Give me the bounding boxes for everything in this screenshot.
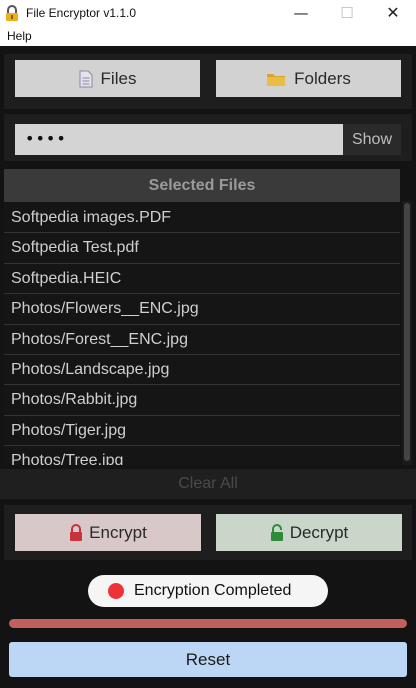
close-button[interactable]: ✕	[370, 0, 416, 28]
show-password-button[interactable]: Show	[343, 124, 401, 155]
list-item[interactable]: Photos/Flowers__ENC.jpg	[4, 294, 400, 325]
lock-closed-icon	[70, 523, 83, 541]
folders-button-label: Folders	[294, 68, 351, 88]
password-input[interactable]: ••••	[15, 124, 343, 155]
maximize-button[interactable]: ☐	[324, 0, 370, 28]
minimize-button[interactable]: —	[278, 0, 324, 28]
folder-icon	[267, 73, 286, 86]
list-item[interactable]: Softpedia Test.pdf	[4, 233, 400, 264]
progress-bar	[9, 619, 407, 628]
file-list-scrollbar[interactable]	[402, 201, 412, 465]
decrypt-button[interactable]: Decrypt	[216, 514, 402, 551]
files-button[interactable]: Files	[15, 60, 200, 97]
list-item[interactable]: Photos/Forest__ENC.jpg	[4, 324, 400, 355]
selected-files-header: Selected Files	[4, 169, 400, 202]
list-item[interactable]: Softpedia.HEIC	[4, 263, 400, 295]
encrypt-button[interactable]: Encrypt	[15, 514, 201, 551]
lock-open-icon	[270, 523, 283, 541]
reset-button[interactable]: Reset	[9, 642, 407, 677]
status-text: Encryption Completed	[134, 582, 292, 599]
folders-button[interactable]: Folders	[216, 60, 401, 97]
window-title: File Encryptor v1.1.0	[26, 6, 137, 20]
selected-files-list[interactable]: Softpedia images.PDF Softpedia Test.pdf So…	[4, 203, 400, 465]
file-icon	[79, 70, 93, 87]
password-group: •••• Show	[15, 124, 401, 155]
lock-icon	[6, 5, 18, 21]
title-bar: File Encryptor v1.1.0 — ☐ ✕	[0, 0, 416, 28]
app-body: Files Folders •••• Show Selected Files S…	[0, 46, 416, 688]
menu-help[interactable]: Help	[7, 29, 32, 43]
password-value: ••••	[25, 129, 67, 148]
list-item[interactable]: Softpedia images.PDF	[4, 203, 400, 234]
status-badge: Encryption Completed	[88, 575, 328, 607]
list-item[interactable]: Photos/Tiger.jpg	[4, 415, 400, 447]
list-item[interactable]: Photos/Landscape.jpg	[4, 354, 400, 386]
decrypt-button-label: Decrypt	[289, 522, 349, 542]
scrollbar-thumb[interactable]	[404, 203, 410, 461]
status-dot-icon	[108, 583, 124, 599]
encrypt-button-label: Encrypt	[89, 522, 147, 542]
menu-bar: Help	[0, 28, 416, 46]
list-item[interactable]: Photos/Rabbit.jpg	[4, 385, 400, 416]
clear-all-button[interactable]: Clear All	[0, 469, 416, 499]
list-item[interactable]: Photos/Tree.jpg	[4, 446, 400, 465]
files-button-label: Files	[100, 68, 137, 88]
